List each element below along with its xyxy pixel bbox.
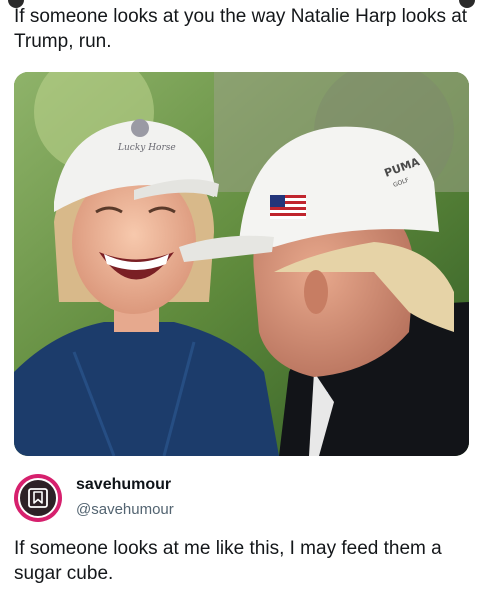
avatar[interactable]	[14, 474, 62, 522]
quoted-post-text: If someone looks at me like this, I may …	[14, 538, 442, 584]
post-text: If someone looks at you the way Natalie …	[14, 6, 468, 52]
bookmark-icon	[18, 478, 58, 518]
post-photo[interactable]: Lucky Horse PUMA GOLF	[14, 72, 469, 456]
svg-text:Lucky Horse: Lucky Horse	[117, 143, 176, 153]
display-name[interactable]: savehumour	[76, 476, 171, 494]
handle[interactable]: @savehumour	[76, 501, 174, 518]
